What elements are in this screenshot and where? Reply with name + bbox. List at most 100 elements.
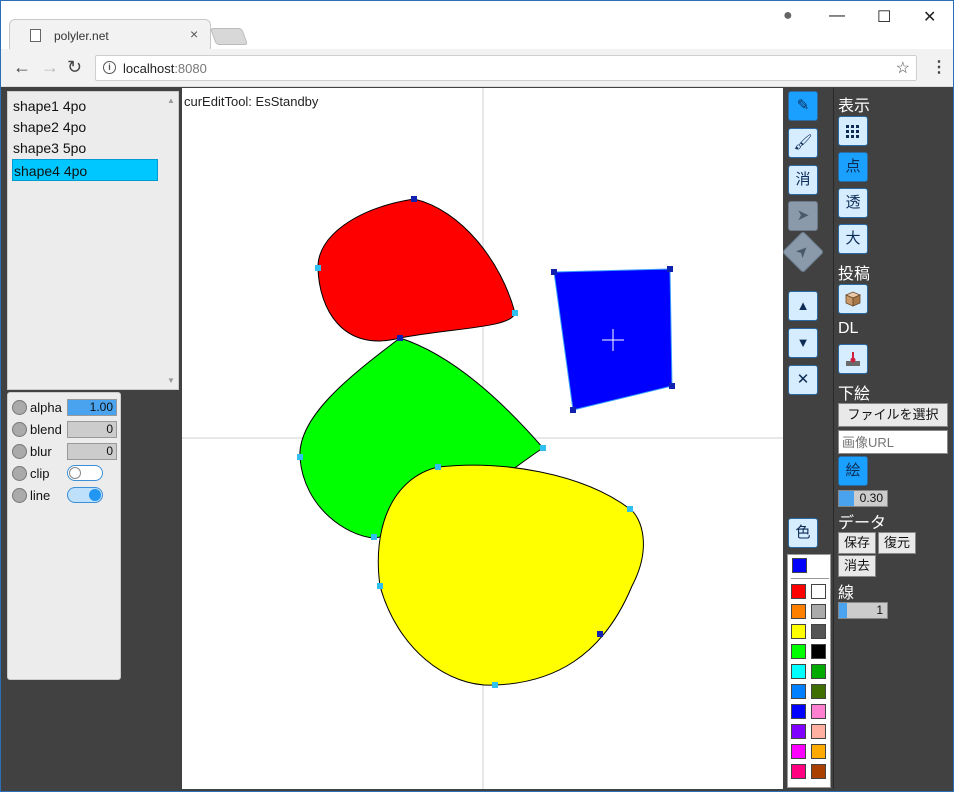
line-radio[interactable]: [12, 488, 27, 503]
alpha-radio[interactable]: [12, 400, 27, 415]
anchor-point[interactable]: [512, 310, 518, 316]
anchor-point[interactable]: [397, 335, 403, 341]
blur-slider[interactable]: 0: [67, 443, 117, 460]
forward-button[interactable]: →: [41, 57, 59, 78]
color-swatch[interactable]: [791, 604, 806, 619]
color-swatch[interactable]: [811, 704, 826, 719]
anchor-point[interactable]: [570, 407, 576, 413]
alpha-label: alpha: [30, 400, 62, 415]
blur-row: blur 0: [12, 441, 120, 461]
drawing-canvas[interactable]: curEditTool: EsStandby: [182, 88, 783, 789]
browser-window: polyler.net × ● — ☐ ✕ ← → ↻ i localhost:…: [0, 0, 954, 792]
direct-select-button[interactable]: ➤: [781, 230, 825, 274]
color-button[interactable]: 色: [788, 518, 818, 548]
blur-radio[interactable]: [12, 444, 27, 459]
file-select-button[interactable]: ファイルを選択: [838, 403, 948, 427]
delete-shape-button[interactable]: ✕: [788, 365, 818, 395]
color-swatch[interactable]: [811, 764, 826, 779]
erase-tool-button[interactable]: 消: [788, 165, 818, 195]
color-swatch[interactable]: [811, 644, 826, 659]
back-button[interactable]: ←: [13, 57, 31, 78]
pen-tool-button[interactable]: ✎: [788, 91, 818, 121]
blend-radio[interactable]: [12, 422, 27, 437]
line-toggle[interactable]: [67, 487, 103, 503]
color-swatch[interactable]: [791, 744, 806, 759]
scroll-down-icon[interactable]: ▼: [167, 376, 175, 385]
anchor-point[interactable]: [435, 464, 441, 470]
reload-button[interactable]: ↻: [67, 57, 82, 78]
color-swatch[interactable]: [791, 624, 806, 639]
shape-list-item[interactable]: shape1 4po: [12, 95, 158, 117]
close-window-button[interactable]: ✕: [923, 7, 936, 27]
anchor-point[interactable]: [377, 583, 383, 589]
account-icon[interactable]: ●: [783, 7, 793, 25]
move-down-button[interactable]: ▼: [788, 328, 818, 358]
bookmark-star-icon[interactable]: ☆: [896, 58, 910, 78]
paint-roller-button[interactable]: 🖌: [788, 128, 818, 158]
move-up-button[interactable]: ▲: [788, 291, 818, 321]
new-tab-button[interactable]: [209, 28, 249, 45]
restore-button[interactable]: 復元: [878, 532, 916, 554]
underpaint-opacity-slider[interactable]: 0.30: [838, 490, 888, 507]
color-swatch[interactable]: [791, 584, 806, 599]
large-button[interactable]: 大: [838, 224, 868, 254]
anchor-point[interactable]: [597, 631, 603, 637]
tab-close-icon[interactable]: ×: [190, 26, 198, 42]
clip-toggle[interactable]: [67, 465, 103, 481]
color-swatch[interactable]: [811, 624, 826, 639]
color-swatch[interactable]: [791, 724, 806, 739]
save-button[interactable]: 保存: [838, 532, 876, 554]
anchor-point[interactable]: [371, 534, 377, 540]
clip-radio[interactable]: [12, 466, 27, 481]
color-swatch[interactable]: [791, 684, 806, 699]
shape-list-item-selected[interactable]: shape4 4po: [12, 159, 158, 181]
line-width-slider[interactable]: 1: [838, 602, 888, 619]
color-swatch[interactable]: [811, 744, 826, 759]
color-swatch[interactable]: [811, 684, 826, 699]
color-swatch[interactable]: [791, 644, 806, 659]
image-url-input[interactable]: [838, 430, 948, 454]
shape-yellow[interactable]: [377, 464, 644, 686]
anchor-point[interactable]: [551, 269, 557, 275]
paint-button[interactable]: 絵: [838, 456, 868, 486]
shape-list-item[interactable]: shape2 4po: [12, 116, 158, 138]
point-button[interactable]: 点: [838, 152, 868, 182]
color-swatch[interactable]: [811, 724, 826, 739]
alpha-slider[interactable]: 1.00: [67, 399, 117, 416]
shape-list-scrollbar[interactable]: ▲ ▼: [164, 92, 178, 389]
current-color-swatch: [792, 558, 807, 573]
color-swatch[interactable]: [791, 664, 806, 679]
anchor-point[interactable]: [315, 265, 321, 271]
post-button[interactable]: [838, 284, 868, 314]
anchor-point[interactable]: [669, 383, 675, 389]
erase-data-button[interactable]: 消去: [838, 555, 876, 577]
color-swatch[interactable]: [791, 704, 806, 719]
blend-slider[interactable]: 0: [67, 421, 117, 438]
color-swatch[interactable]: [791, 764, 806, 779]
scroll-up-icon[interactable]: ▲: [167, 96, 175, 105]
color-swatch[interactable]: [811, 584, 826, 599]
anchor-point[interactable]: [627, 506, 633, 512]
anchor-point[interactable]: [492, 682, 498, 688]
address-bar[interactable]: i localhost:8080 ☆: [95, 55, 917, 81]
shape-list-item[interactable]: shape3 5po: [12, 137, 158, 159]
download-icon: [846, 352, 860, 366]
maximize-button[interactable]: ☐: [877, 7, 891, 27]
browser-tab[interactable]: polyler.net ×: [9, 19, 211, 49]
minimize-button[interactable]: —: [829, 7, 845, 25]
download-button[interactable]: [838, 344, 868, 374]
anchor-point[interactable]: [411, 196, 417, 202]
grid-button[interactable]: [838, 116, 868, 146]
select-tool-button[interactable]: ➤: [788, 201, 818, 231]
anchor-point[interactable]: [540, 445, 546, 451]
shape-red[interactable]: [317, 198, 516, 342]
anchor-point[interactable]: [667, 266, 673, 272]
info-icon[interactable]: i: [103, 61, 116, 74]
color-swatch[interactable]: [811, 664, 826, 679]
tool-column: ✎ 🖌 消 ➤ ➤ ▲ ▼ ✕ 色: [781, 88, 833, 789]
browser-menu-icon[interactable]: ⋮: [931, 57, 947, 77]
line-heading: 線: [838, 585, 855, 602]
color-swatch[interactable]: [811, 604, 826, 619]
anchor-point[interactable]: [297, 454, 303, 460]
transparent-button[interactable]: 透: [838, 188, 868, 218]
